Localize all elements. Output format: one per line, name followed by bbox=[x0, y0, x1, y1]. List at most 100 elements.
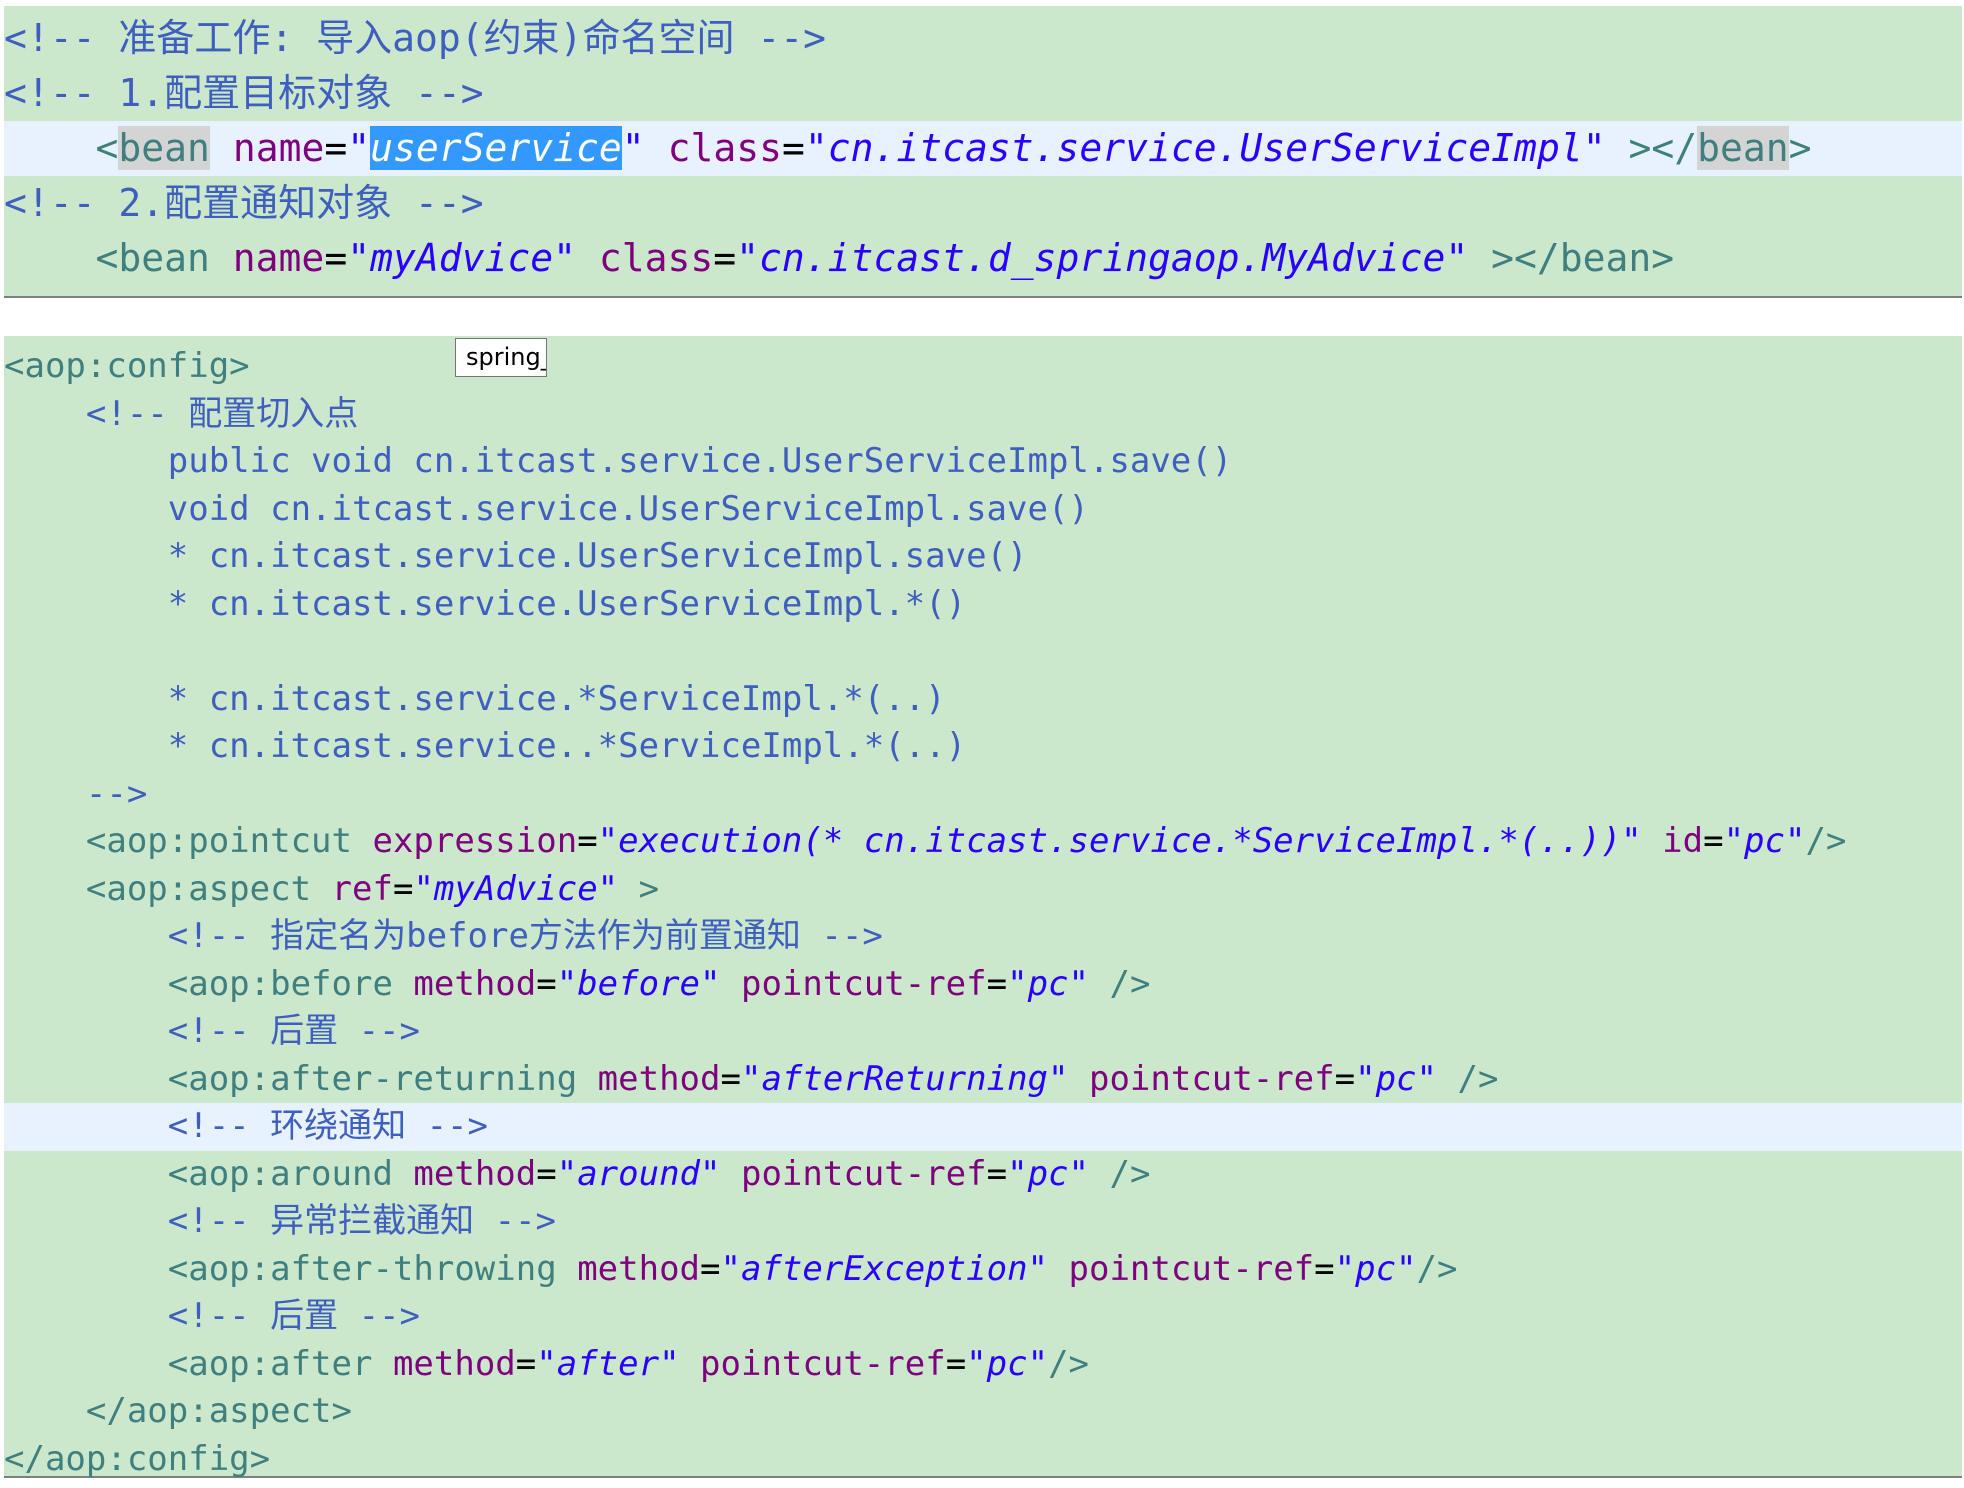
xml-attribute: method bbox=[413, 963, 537, 1004]
xml-attribute-value: "pc" bbox=[1355, 1058, 1437, 1099]
code-line[interactable]: </aop:aspect> bbox=[4, 1388, 1962, 1436]
xml-attribute-value: "pc" bbox=[1723, 821, 1806, 861]
xml-tag: <aop:after-throwing bbox=[167, 1248, 557, 1289]
xml-attribute: pointcut-ref bbox=[1088, 1058, 1335, 1099]
xml-tag: /> bbox=[1805, 821, 1847, 861]
hover-tooltip: spring_ bbox=[455, 338, 547, 377]
code-line[interactable]: <aop:after-returning method="afterReturn… bbox=[4, 1056, 1962, 1104]
code-line[interactable]: --> bbox=[4, 771, 1962, 819]
code-line[interactable]: void cn.itcast.service.UserServiceImpl.s… bbox=[4, 486, 1962, 534]
xml-attribute-value: "pc" bbox=[1007, 1153, 1089, 1194]
xml-comment: <!-- 后置 --> bbox=[167, 1011, 420, 1051]
xml-tag: <aop:after bbox=[167, 1343, 373, 1384]
code-line[interactable]: <!-- 异常拦截通知 --> bbox=[4, 1198, 1962, 1246]
code-line[interactable]: * cn.itcast.service.*ServiceImpl.*(..) bbox=[4, 676, 1962, 724]
code-line[interactable]: <aop:pointcut expression="execution(* cn… bbox=[4, 818, 1962, 866]
xml-tag: ></bean> bbox=[1491, 236, 1675, 280]
selected-text: userService bbox=[370, 126, 622, 170]
xml-attribute: pointcut-ref bbox=[740, 1153, 987, 1194]
current-code-line[interactable]: <bean name="userService" class="cn.itcas… bbox=[4, 121, 1962, 176]
code-text: = bbox=[577, 821, 598, 861]
code-line[interactable]: <aop:after method="after" pointcut-ref="… bbox=[4, 1341, 1962, 1389]
code-line[interactable]: <!-- 配置切入点 bbox=[4, 391, 1962, 439]
xml-tag: <aop:around bbox=[167, 1153, 393, 1194]
xml-comment: void cn.itcast.service.UserServiceImpl.s… bbox=[167, 488, 1089, 529]
xml-attribute-value: "myAdvice" bbox=[347, 236, 576, 280]
xml-attribute-value: " bbox=[621, 126, 645, 170]
xml-attribute: pointcut-ref bbox=[740, 963, 987, 1004]
code-line[interactable]: <aop:after-throwing method="afterExcepti… bbox=[4, 1246, 1962, 1294]
code-line[interactable]: <aop:around method="around" pointcut-ref… bbox=[4, 1151, 1962, 1199]
xml-comment: <!-- 环绕通知 --> bbox=[167, 1106, 488, 1146]
code-text: = bbox=[720, 1058, 741, 1099]
code-line[interactable]: * cn.itcast.service.UserServiceImpl.save… bbox=[4, 533, 1962, 581]
xml-attribute-value: "afterReturning" bbox=[740, 1058, 1069, 1099]
xml-comment: <!-- 指定名为before方法作为前置通知 --> bbox=[167, 916, 883, 956]
xml-tag: <aop:after-returning bbox=[167, 1058, 578, 1099]
code-line[interactable]: public void cn.itcast.service.UserServic… bbox=[4, 438, 1962, 486]
xml-attribute: name bbox=[232, 236, 325, 280]
code-editor-bottom[interactable]: <aop:config> <!-- 配置切入点 public void cn.i… bbox=[4, 336, 1962, 1479]
xml-tag: <aop:pointcut bbox=[85, 821, 352, 861]
code-line[interactable]: <!-- 准备工作: 导入aop(约束)命名空间 --> bbox=[4, 11, 1962, 66]
xml-tag: ></ bbox=[1628, 126, 1698, 170]
xml-comment: --> bbox=[85, 773, 148, 814]
xml-attribute-value: "cn.itcast.d_springaop.MyAdvice" bbox=[736, 236, 1469, 280]
xml-attribute: method bbox=[577, 1248, 701, 1289]
xml-attribute-value: "pc" bbox=[1334, 1248, 1417, 1289]
code-text: = bbox=[986, 963, 1008, 1004]
code-line[interactable]: * cn.itcast.service.UserServiceImpl.*() bbox=[4, 581, 1962, 629]
xml-attribute-value: "afterException" bbox=[720, 1248, 1049, 1289]
xml-attribute: id bbox=[1662, 821, 1704, 861]
xml-tag: /> bbox=[1109, 1153, 1151, 1194]
code-text: = bbox=[986, 1153, 1008, 1194]
xml-comment: <!-- 后置 --> bbox=[167, 1296, 420, 1336]
code-line[interactable]: <!-- 指定名为before方法作为前置通知 --> bbox=[4, 913, 1962, 961]
code-line[interactable]: * cn.itcast.service..*ServiceImpl.*(..) bbox=[4, 723, 1962, 771]
xml-attribute-value: "cn.itcast.service.UserServiceImpl" bbox=[804, 126, 1606, 170]
current-code-line[interactable]: <!-- 环绕通知 --> bbox=[4, 1103, 1962, 1151]
code-editor-top[interactable]: <!-- 准备工作: 导入aop(约束)命名空间 --> <!-- 1.配置目标对… bbox=[4, 6, 1962, 298]
code-line[interactable]: <aop:before method="before" pointcut-ref… bbox=[4, 961, 1962, 1009]
code-line[interactable]: <!-- 后置 --> bbox=[4, 1008, 1962, 1056]
code-text: = bbox=[713, 236, 737, 280]
code-text: = bbox=[536, 963, 557, 1004]
code-line[interactable]: </aop:config> bbox=[4, 1436, 1962, 1484]
code-line[interactable]: <!-- 后置 --> bbox=[4, 1293, 1962, 1341]
xml-attribute-value: "after" bbox=[536, 1343, 680, 1384]
xml-tag: < bbox=[95, 126, 119, 170]
xml-comment: public void cn.itcast.service.UserServic… bbox=[167, 441, 1233, 481]
code-line[interactable]: <!-- 2.配置通知对象 --> bbox=[4, 176, 1962, 231]
code-line[interactable]: <bean name="myAdvice" class="cn.itcast.d… bbox=[4, 231, 1962, 286]
xml-tag: <aop:before bbox=[167, 963, 393, 1004]
xml-attribute-value: "myAdvice" bbox=[413, 868, 619, 909]
code-line[interactable] bbox=[4, 628, 1962, 676]
code-line[interactable]: <aop:config> bbox=[4, 343, 1962, 391]
code-line[interactable]: <!-- 1.配置目标对象 --> bbox=[4, 66, 1962, 121]
code-line[interactable]: <aop:aspect ref="myAdvice" > bbox=[4, 866, 1962, 914]
xml-comment: * cn.itcast.service.*ServiceImpl.*(..) bbox=[167, 678, 946, 719]
